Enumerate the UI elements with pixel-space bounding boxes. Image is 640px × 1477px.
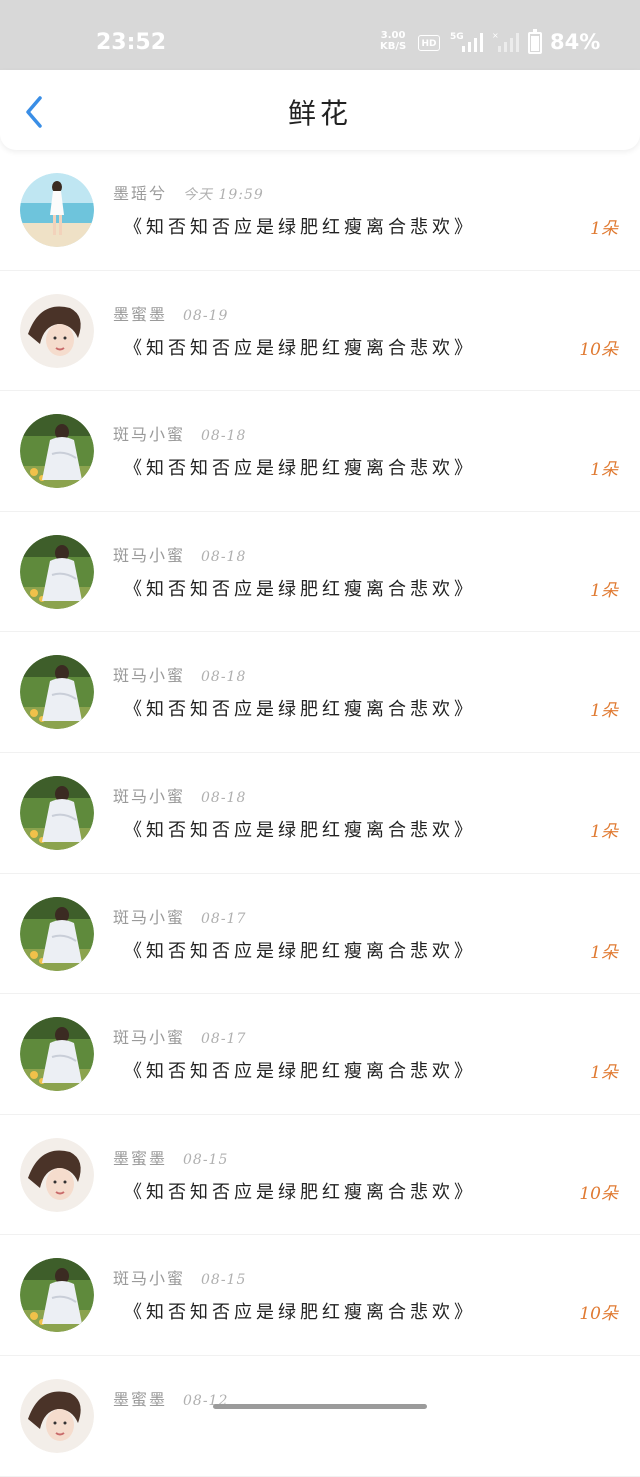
timestamp: 08-17 bbox=[201, 910, 247, 927]
sender-name-text: 斑马小蜜 bbox=[113, 666, 186, 686]
timestamp: 08-15 bbox=[201, 1272, 247, 1289]
timestamp: 08-18 bbox=[201, 669, 247, 686]
avatar[interactable] bbox=[20, 173, 94, 247]
avatar[interactable] bbox=[20, 1258, 94, 1333]
flower-count: 10朵 bbox=[579, 1183, 618, 1204]
message-text: 《知否知否应是绿肥红瘦离合悲欢》 bbox=[124, 578, 476, 600]
message-text: 《知否知否应是绿肥红瘦离合悲欢》 bbox=[124, 940, 476, 962]
message-text: 《知否知否应是绿肥红瘦离合悲欢》 bbox=[124, 1302, 476, 1324]
battery-percent: 84% bbox=[550, 30, 601, 54]
network-speed-value: 3.00 bbox=[380, 30, 406, 41]
sender-name[interactable]: 斑马小蜜 08-18 bbox=[113, 783, 246, 807]
sender-name-text: 斑马小蜜 bbox=[113, 545, 186, 565]
avatar[interactable] bbox=[20, 655, 94, 730]
sender-name[interactable]: 斑马小蜜 08-18 bbox=[113, 542, 246, 566]
list-item[interactable]: 斑马小蜜 08-18 《知否知否应是绿肥红瘦离合悲欢》 1朵 bbox=[0, 512, 640, 633]
list-item[interactable]: 墨蜜墨 08-12 bbox=[0, 1356, 640, 1477]
list-item[interactable]: 斑马小蜜 08-18 《知否知否应是绿肥红瘦离合悲欢》 1朵 bbox=[0, 632, 640, 753]
sender-name-text: 斑马小蜜 bbox=[113, 425, 186, 445]
message-text: 《知否知否应是绿肥红瘦离合悲欢》 bbox=[124, 337, 476, 359]
sender-name-text: 斑马小蜜 bbox=[113, 907, 186, 927]
flower-count: 1朵 bbox=[590, 460, 618, 481]
signal-5g-icon: 5G bbox=[450, 32, 483, 52]
avatar[interactable] bbox=[20, 534, 94, 609]
avatar[interactable] bbox=[20, 1378, 94, 1453]
list-item[interactable]: 斑马小蜜 08-17 《知否知否应是绿肥红瘦离合悲欢》 1朵 bbox=[0, 874, 640, 995]
sender-name[interactable]: 斑马小蜜 08-15 bbox=[113, 1265, 246, 1289]
flower-record-list: 墨瑶兮 今天 19:59 《知否知否应是绿肥红瘦离合悲欢》 1朵 墨蜜墨 08-19 《知否… bbox=[0, 150, 640, 1477]
list-item[interactable]: 斑马小蜜 08-18 《知否知否应是绿肥红瘦离合悲欢》 1朵 bbox=[0, 753, 640, 874]
sender-name[interactable]: 墨瑶兮 今天 19:59 bbox=[113, 180, 264, 204]
flower-count: 1朵 bbox=[590, 580, 618, 601]
timestamp: 08-18 bbox=[201, 548, 247, 565]
timestamp: 08-18 bbox=[201, 428, 247, 445]
status-bar: 23:52 3.00 KB/S HD 5G × 84% bbox=[0, 0, 640, 70]
flower-count: 10朵 bbox=[579, 339, 618, 360]
timestamp: 08-15 bbox=[183, 1151, 229, 1168]
status-time: 23:52 bbox=[96, 30, 167, 55]
header: 鲜花 bbox=[0, 70, 640, 150]
avatar[interactable] bbox=[20, 1137, 94, 1212]
sender-name-text: 斑马小蜜 bbox=[113, 1028, 186, 1048]
list-item[interactable]: 斑马小蜜 08-17 《知否知否应是绿肥红瘦离合悲欢》 1朵 bbox=[0, 994, 640, 1115]
message-text: 《知否知否应是绿肥红瘦离合悲欢》 bbox=[124, 1061, 476, 1083]
sender-name[interactable]: 斑马小蜜 08-18 bbox=[113, 662, 246, 686]
message-text: 《知否知否应是绿肥红瘦离合悲欢》 bbox=[124, 1181, 476, 1203]
timestamp: 08-19 bbox=[183, 307, 229, 324]
sender-name[interactable]: 墨蜜墨 08-19 bbox=[113, 301, 228, 325]
network-type-label: 5G bbox=[450, 32, 464, 42]
timestamp: 08-18 bbox=[201, 789, 247, 806]
signal-sim2-icon: × bbox=[492, 31, 519, 52]
avatar[interactable] bbox=[20, 896, 94, 971]
page-title: 鲜花 bbox=[287, 97, 352, 130]
timestamp: 08-17 bbox=[201, 1031, 247, 1048]
message-text: 《知否知否应是绿肥红瘦离合悲欢》 bbox=[124, 699, 476, 721]
avatar[interactable] bbox=[20, 1017, 94, 1092]
message-text: 《知否知否应是绿肥红瘦离合悲欢》 bbox=[124, 819, 476, 841]
avatar[interactable] bbox=[20, 293, 94, 368]
sender-name-text: 墨蜜墨 bbox=[113, 304, 168, 324]
flower-count: 1朵 bbox=[590, 701, 618, 722]
avatar[interactable] bbox=[20, 775, 94, 850]
sender-name-text: 墨瑶兮 bbox=[113, 184, 168, 203]
timestamp: 今天 19:59 bbox=[183, 187, 264, 203]
sender-name[interactable]: 斑马小蜜 08-17 bbox=[113, 1024, 246, 1048]
flower-count: 1朵 bbox=[590, 821, 618, 842]
flower-count: 1朵 bbox=[590, 219, 618, 239]
list-item[interactable]: 墨蜜墨 08-15 《知否知否应是绿肥红瘦离合悲欢》 10朵 bbox=[0, 1115, 640, 1236]
message-text: 《知否知否应是绿肥红瘦离合悲欢》 bbox=[124, 458, 476, 480]
message-text: 《知否知否应是绿肥红瘦离合悲欢》 bbox=[124, 217, 476, 238]
hd-icon: HD bbox=[418, 35, 440, 51]
battery-icon bbox=[528, 29, 542, 54]
home-indicator[interactable] bbox=[213, 1404, 427, 1409]
flower-count: 1朵 bbox=[590, 1063, 618, 1084]
sender-name-text: 斑马小蜜 bbox=[113, 786, 186, 806]
sender-name[interactable]: 斑马小蜜 08-18 bbox=[113, 421, 246, 445]
sender-name-text: 斑马小蜜 bbox=[113, 1269, 186, 1289]
list-item[interactable]: 墨瑶兮 今天 19:59 《知否知否应是绿肥红瘦离合悲欢》 1朵 bbox=[0, 150, 640, 271]
sender-name[interactable]: 墨蜜墨 08-12 bbox=[113, 1386, 228, 1410]
network-speed-unit: KB/S bbox=[380, 41, 407, 52]
avatar[interactable] bbox=[20, 414, 94, 489]
sender-name[interactable]: 墨蜜墨 08-15 bbox=[113, 1145, 228, 1169]
flower-count: 1朵 bbox=[590, 942, 618, 963]
sender-name[interactable]: 斑马小蜜 08-17 bbox=[113, 904, 246, 928]
list-item[interactable]: 斑马小蜜 08-18 《知否知否应是绿肥红瘦离合悲欢》 1朵 bbox=[0, 391, 640, 512]
sender-name-text: 墨蜜墨 bbox=[113, 1389, 168, 1409]
svg-text:×: × bbox=[492, 31, 499, 40]
flower-count: 10朵 bbox=[579, 1304, 618, 1325]
network-speed: 3.00 KB/S bbox=[380, 30, 406, 52]
sender-name-text: 墨蜜墨 bbox=[113, 1148, 168, 1168]
list-item[interactable]: 墨蜜墨 08-19 《知否知否应是绿肥红瘦离合悲欢》 10朵 bbox=[0, 271, 640, 392]
list-item[interactable]: 斑马小蜜 08-15 《知否知否应是绿肥红瘦离合悲欢》 10朵 bbox=[0, 1235, 640, 1356]
